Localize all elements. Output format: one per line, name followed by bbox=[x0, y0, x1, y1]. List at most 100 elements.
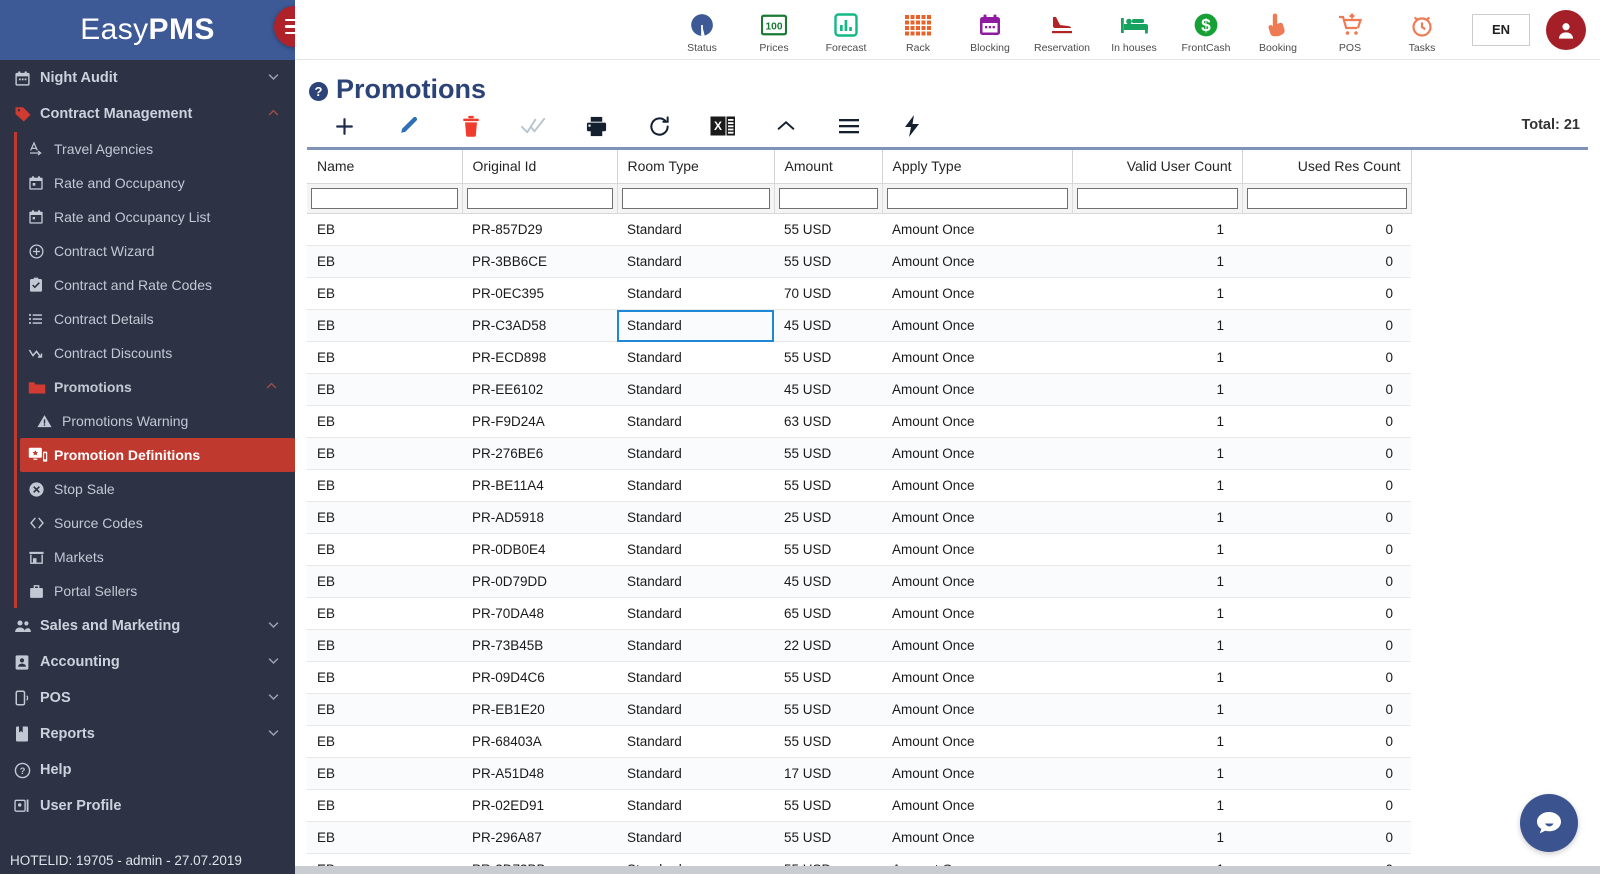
cell-name[interactable]: EB bbox=[307, 277, 462, 310]
cell-room_type[interactable]: Standard bbox=[617, 501, 774, 534]
cell-name[interactable]: EB bbox=[307, 501, 462, 534]
cell-amount[interactable]: 70 USD bbox=[774, 277, 882, 310]
sidebar-item-rate-and-occupancy[interactable]: Rate and Occupancy bbox=[0, 166, 295, 200]
cell-amount[interactable]: 45 USD bbox=[774, 565, 882, 598]
add-button[interactable] bbox=[313, 105, 376, 147]
cell-valid_user_count[interactable]: 1 bbox=[1072, 405, 1242, 438]
sidebar-item-portal-sellers[interactable]: Portal Sellers bbox=[0, 574, 295, 608]
cell-original_id[interactable]: PR-276BE6 bbox=[462, 437, 617, 470]
approve-button[interactable] bbox=[502, 105, 565, 147]
table-row[interactable]: EB PR-EB1E20 Standard 55 USD Amount Once 1 0 bbox=[307, 693, 1411, 726]
cell-apply_type[interactable]: Amount Once bbox=[882, 437, 1072, 470]
cell-valid_user_count[interactable]: 1 bbox=[1072, 245, 1242, 278]
filter-input-room-type[interactable] bbox=[621, 188, 770, 209]
cell-amount[interactable]: 25 USD bbox=[774, 501, 882, 534]
actions-button[interactable] bbox=[880, 105, 943, 147]
cell-original_id[interactable]: PR-0DB0E4 bbox=[462, 533, 617, 566]
question-mark-icon[interactable]: ? bbox=[309, 82, 328, 101]
cell-name[interactable]: EB bbox=[307, 757, 462, 790]
sidebar-item-rate-and-occupancy-list[interactable]: Rate and Occupancy List bbox=[0, 200, 295, 234]
cell-used_res_count[interactable]: 0 bbox=[1242, 821, 1411, 854]
cell-original_id[interactable]: PR-09D4C6 bbox=[462, 661, 617, 694]
nav-rack[interactable]: Rack bbox=[882, 6, 954, 54]
cell-original_id[interactable]: PR-70DA48 bbox=[462, 597, 617, 630]
cell-room_type[interactable]: Standard bbox=[617, 565, 774, 598]
table-row[interactable]: EB PR-857D29 Standard 55 USD Amount Once 1 0 bbox=[307, 213, 1411, 246]
hamburger-menu-icon[interactable] bbox=[274, 6, 295, 47]
cell-apply_type[interactable]: Amount Once bbox=[882, 789, 1072, 822]
filter-input-name[interactable] bbox=[311, 188, 458, 209]
cell-room_type[interactable]: Standard bbox=[617, 533, 774, 566]
cell-valid_user_count[interactable]: 1 bbox=[1072, 629, 1242, 662]
cell-name[interactable]: EB bbox=[307, 213, 462, 246]
cell-name[interactable]: EB bbox=[307, 693, 462, 726]
cell-amount[interactable]: 55 USD bbox=[774, 437, 882, 470]
sidebar-item-reports[interactable]: Reports bbox=[0, 716, 295, 752]
cell-original_id[interactable]: PR-F9D24A bbox=[462, 405, 617, 438]
cell-valid_user_count[interactable]: 1 bbox=[1072, 789, 1242, 822]
cell-valid_user_count[interactable]: 1 bbox=[1072, 597, 1242, 630]
table-row[interactable]: EB PR-296A87 Standard 55 USD Amount Once 1 0 bbox=[307, 821, 1411, 854]
cell-room_type[interactable]: Standard bbox=[617, 373, 774, 406]
cell-original_id[interactable]: PR-0EC395 bbox=[462, 277, 617, 310]
cell-original_id[interactable]: PR-857D29 bbox=[462, 213, 617, 246]
cell-room_type[interactable]: Standard bbox=[617, 597, 774, 630]
cell-original_id[interactable]: PR-68403A bbox=[462, 725, 617, 758]
cell-apply_type[interactable]: Amount Once bbox=[882, 693, 1072, 726]
nav-pos[interactable]: POS bbox=[1314, 6, 1386, 54]
cell-original_id[interactable]: PR-0D79DD bbox=[462, 565, 617, 598]
cell-valid_user_count[interactable]: 1 bbox=[1072, 565, 1242, 598]
cell-amount[interactable]: 55 USD bbox=[774, 213, 882, 246]
cell-room_type[interactable]: Standard bbox=[617, 405, 774, 438]
sidebar-item-promotions[interactable]: Promotions bbox=[0, 370, 295, 404]
cell-room_type[interactable]: Standard bbox=[617, 469, 774, 502]
cell-used_res_count[interactable]: 0 bbox=[1242, 661, 1411, 694]
cell-used_res_count[interactable]: 0 bbox=[1242, 277, 1411, 310]
nav-booking[interactable]: Booking bbox=[1242, 6, 1314, 54]
sidebar-item-contract-details[interactable]: Contract Details bbox=[0, 302, 295, 336]
sidebar-item-night-audit[interactable]: Night Audit bbox=[0, 60, 295, 96]
filter-input-amount[interactable] bbox=[778, 188, 878, 209]
cell-name[interactable]: EB bbox=[307, 565, 462, 598]
cell-apply_type[interactable]: Amount Once bbox=[882, 277, 1072, 310]
column-header-name[interactable]: Name bbox=[307, 150, 463, 184]
cell-valid_user_count[interactable]: 1 bbox=[1072, 725, 1242, 758]
cell-used_res_count[interactable]: 0 bbox=[1242, 373, 1411, 406]
cell-apply_type[interactable]: Amount Once bbox=[882, 309, 1072, 342]
cell-name[interactable]: EB bbox=[307, 437, 462, 470]
cell-valid_user_count[interactable]: 1 bbox=[1072, 757, 1242, 790]
cell-name[interactable]: EB bbox=[307, 405, 462, 438]
filter-input-used-res-count[interactable] bbox=[1246, 188, 1407, 209]
sidebar-item-help[interactable]: ? Help bbox=[0, 752, 295, 788]
cell-room_type[interactable]: Standard bbox=[617, 277, 774, 310]
cell-amount[interactable]: 55 USD bbox=[774, 469, 882, 502]
sidebar-item-markets[interactable]: Markets bbox=[0, 540, 295, 574]
table-row[interactable]: EB PR-ECD898 Standard 55 USD Amount Once 1 0 bbox=[307, 341, 1411, 374]
bottom-scroll-strip[interactable] bbox=[295, 866, 1600, 874]
table-row[interactable]: EB PR-0DB0E4 Standard 55 USD Amount Once 1 0 bbox=[307, 533, 1411, 566]
sidebar-item-contract-discounts[interactable]: Contract Discounts bbox=[0, 336, 295, 370]
cell-room_type[interactable]: Standard bbox=[617, 213, 774, 246]
filter-input-valid-user-count[interactable] bbox=[1076, 188, 1238, 209]
cell-amount[interactable]: 65 USD bbox=[774, 597, 882, 630]
cell-room_type[interactable]: Standard bbox=[617, 821, 774, 854]
table-row[interactable]: EB PR-C3AD58 Standard 45 USD Amount Once 1 0 bbox=[307, 309, 1411, 342]
cell-amount[interactable]: 17 USD bbox=[774, 757, 882, 790]
cell-original_id[interactable]: PR-AD5918 bbox=[462, 501, 617, 534]
cell-used_res_count[interactable]: 0 bbox=[1242, 565, 1411, 598]
column-header-used-res-count[interactable]: Used Res Count bbox=[1242, 150, 1412, 184]
cell-apply_type[interactable]: Amount Once bbox=[882, 373, 1072, 406]
nav-in-houses[interactable]: In houses bbox=[1098, 6, 1170, 54]
cell-used_res_count[interactable]: 0 bbox=[1242, 245, 1411, 278]
cell-room_type[interactable]: Standard bbox=[617, 789, 774, 822]
cell-used_res_count[interactable]: 0 bbox=[1242, 789, 1411, 822]
cell-apply_type[interactable]: Amount Once bbox=[882, 597, 1072, 630]
cell-used_res_count[interactable]: 0 bbox=[1242, 629, 1411, 662]
cell-valid_user_count[interactable]: 1 bbox=[1072, 501, 1242, 534]
column-header-room-type[interactable]: Room Type bbox=[617, 150, 775, 184]
cell-used_res_count[interactable]: 0 bbox=[1242, 693, 1411, 726]
cell-original_id[interactable]: PR-EE6102 bbox=[462, 373, 617, 406]
cell-amount[interactable]: 45 USD bbox=[774, 309, 882, 342]
cell-apply_type[interactable]: Amount Once bbox=[882, 245, 1072, 278]
cell-name[interactable]: EB bbox=[307, 373, 462, 406]
